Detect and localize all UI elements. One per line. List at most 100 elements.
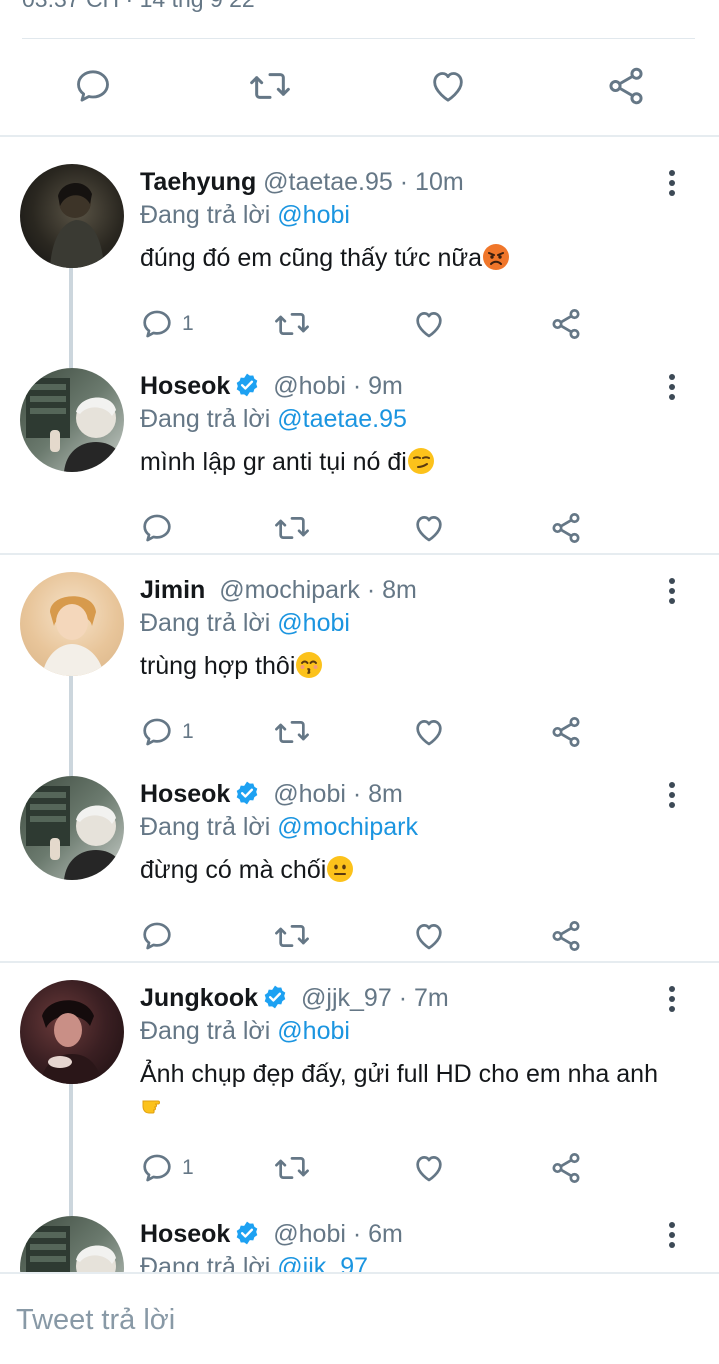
share-button[interactable] — [549, 1148, 583, 1188]
avatar[interactable] — [20, 776, 124, 880]
more-options-icon[interactable] — [667, 782, 677, 810]
retweet-icon[interactable] — [248, 64, 292, 108]
user-handle[interactable]: @taetae.95 — [263, 168, 393, 196]
more-options-icon[interactable] — [667, 170, 677, 198]
tweet-header: Hoseok @hobi · 8m — [140, 778, 403, 814]
reply-icon — [143, 514, 171, 542]
share-icon — [552, 309, 580, 339]
user-handle[interactable]: @hobi — [273, 780, 346, 808]
replying-to: Đang trả lời @hobi — [140, 607, 350, 639]
avatar[interactable] — [20, 572, 124, 676]
avatar[interactable] — [20, 368, 124, 472]
more-options-icon[interactable] — [667, 1222, 677, 1250]
share-button[interactable] — [549, 304, 583, 344]
retweet-button[interactable] — [273, 916, 311, 956]
tweet-header: Jungkook @jjk_97 · 7m — [140, 982, 449, 1018]
reply-icon[interactable] — [71, 64, 115, 108]
avatar[interactable] — [20, 980, 124, 1084]
retweet-icon — [275, 925, 309, 947]
reply-count: 1 — [182, 312, 194, 335]
user-handle[interactable]: @jjk_97 — [301, 984, 392, 1012]
tweet-text: đừng có mà chối — [140, 854, 685, 886]
display-name[interactable]: Taehyung — [140, 168, 256, 196]
reply-composer[interactable]: Tweet trả lời — [0, 1272, 719, 1364]
share-button[interactable] — [549, 712, 583, 752]
share-icon[interactable] — [604, 64, 648, 108]
angry-face-icon — [482, 243, 510, 271]
divider — [22, 38, 695, 39]
tweet-time: · 9m — [352, 372, 403, 400]
user-handle[interactable]: @hobi — [273, 372, 346, 400]
reply-button[interactable] — [140, 508, 182, 548]
replying-prefix: Đang trả lời — [140, 405, 271, 433]
divider — [0, 135, 719, 137]
divider — [0, 961, 719, 963]
mention-link[interactable]: @hobi — [277, 609, 350, 637]
verified-badge-icon — [234, 1220, 260, 1254]
user-handle[interactable]: @hobi — [273, 1220, 346, 1248]
share-icon — [552, 921, 580, 951]
thread-line — [69, 676, 73, 776]
tweet-body: đúng đó em cũng thấy tức nữa — [140, 244, 483, 272]
like-icon[interactable] — [426, 64, 470, 108]
share-icon — [552, 513, 580, 543]
replying-prefix: Đang trả lời — [140, 1017, 271, 1045]
thread-line — [69, 268, 73, 368]
share-button[interactable] — [549, 916, 583, 956]
avatar[interactable] — [20, 164, 124, 268]
like-button[interactable] — [412, 304, 446, 344]
mention-link[interactable]: @hobi — [277, 1017, 350, 1045]
tweet-body: trùng hợp thôi — [140, 652, 296, 680]
like-button[interactable] — [412, 1148, 446, 1188]
verified-badge-icon — [234, 780, 260, 814]
like-icon — [416, 924, 442, 950]
retweet-button[interactable] — [273, 508, 311, 548]
more-options-icon[interactable] — [667, 986, 677, 1014]
user-handle[interactable]: @mochipark — [219, 576, 360, 604]
verified-badge-icon — [234, 372, 260, 406]
share-button[interactable] — [549, 508, 583, 548]
display-name[interactable]: Hoseok — [140, 1220, 230, 1248]
display-name[interactable]: Hoseok — [140, 372, 230, 400]
like-icon — [416, 516, 442, 542]
like-button[interactable] — [412, 916, 446, 956]
retweet-icon — [275, 517, 309, 539]
tweet-text: đúng đó em cũng thấy tức nữa — [140, 242, 685, 274]
reply-button[interactable]: 1 — [140, 712, 194, 752]
like-button[interactable] — [412, 712, 446, 752]
reply-button[interactable] — [140, 916, 182, 956]
tweet-body: đừng có mà chối — [140, 856, 327, 884]
mention-link[interactable]: @hobi — [277, 201, 350, 229]
like-icon — [416, 312, 442, 338]
retweet-button[interactable] — [273, 1148, 311, 1188]
kissing-face-icon — [295, 651, 323, 679]
reply-input-placeholder[interactable]: Tweet trả lời — [16, 1304, 175, 1337]
tweet-actions — [140, 508, 600, 548]
tweet-timestamp: 03:37 CH · 14 thg 9 22 — [22, 0, 255, 13]
mention-link[interactable]: @mochipark — [277, 813, 418, 841]
like-button[interactable] — [412, 508, 446, 548]
more-options-icon[interactable] — [667, 374, 677, 402]
retweet-icon — [275, 721, 309, 743]
more-options-icon[interactable] — [667, 578, 677, 606]
reply-count: 1 — [182, 720, 194, 743]
verified-badge-icon — [262, 984, 288, 1018]
tweet-text: trùng hợp thôi — [140, 650, 685, 682]
replying-to: Đang trả lời @taetae.95 — [140, 403, 407, 435]
display-name[interactable]: Hoseok — [140, 780, 230, 808]
share-icon — [552, 717, 580, 747]
display-name[interactable]: Jimin — [140, 576, 205, 604]
tweet-header: Hoseok @hobi · 9m — [140, 370, 403, 406]
retweet-icon — [275, 1157, 309, 1179]
retweet-button[interactable] — [273, 304, 311, 344]
tweet-time: · 10m — [399, 168, 464, 196]
retweet-button[interactable] — [273, 712, 311, 752]
reply-icon — [143, 1154, 171, 1182]
like-icon — [416, 720, 442, 746]
reply-button[interactable]: 1 — [140, 1148, 194, 1188]
mention-link[interactable]: @taetae.95 — [277, 405, 407, 433]
reply-icon — [143, 922, 171, 950]
reply-button[interactable]: 1 — [140, 304, 194, 344]
display-name[interactable]: Jungkook — [140, 984, 258, 1012]
tweet-actions: 1 — [140, 712, 600, 752]
